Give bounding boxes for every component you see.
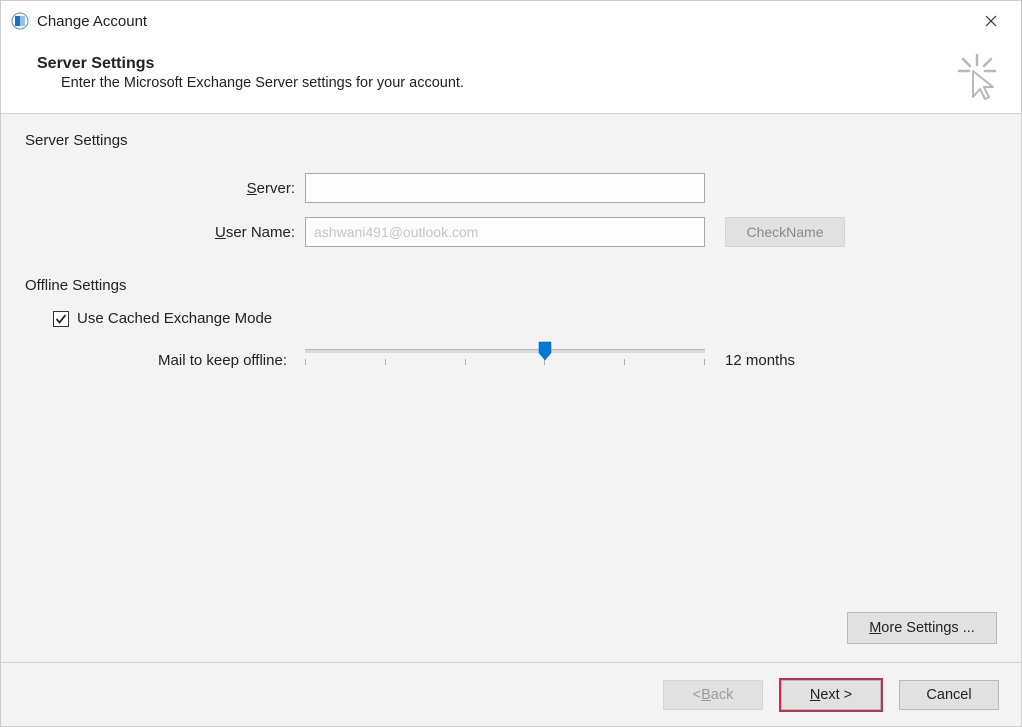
titlebar: Change Account xyxy=(1,1,1021,41)
header-title: Server Settings xyxy=(37,55,993,73)
server-input[interactable] xyxy=(305,173,705,203)
slider-ticks xyxy=(305,359,705,367)
server-settings-group-label: Server Settings xyxy=(25,132,997,149)
app-icon xyxy=(11,12,29,30)
server-label: Server: xyxy=(25,180,305,197)
offline-settings-group-label: Offline Settings xyxy=(25,277,997,294)
window-title: Change Account xyxy=(37,13,969,30)
check-name-button[interactable]: Check Name xyxy=(725,217,845,247)
cursor-click-icon xyxy=(953,53,1001,101)
mail-offline-slider[interactable] xyxy=(305,345,705,375)
checkmark-icon xyxy=(55,313,67,325)
dialog-footer: < Back Next > Cancel xyxy=(1,662,1021,726)
offline-settings-section: Offline Settings Use Cached Exchange Mod… xyxy=(25,277,997,375)
mail-offline-slider-row: Mail to keep offline: 12 months xyxy=(25,345,997,375)
change-account-dialog: Change Account Server Settings Enter the… xyxy=(0,0,1022,727)
cancel-button[interactable]: Cancel xyxy=(899,680,999,710)
username-row: User Name: Check Name xyxy=(25,217,997,247)
next-button[interactable]: Next > xyxy=(781,680,881,710)
mail-offline-label: Mail to keep offline: xyxy=(25,352,305,369)
header-region: Server Settings Enter the Microsoft Exch… xyxy=(1,41,1021,114)
cached-exchange-label: Use Cached Exchange Mode xyxy=(77,310,272,327)
header-subtitle: Enter the Microsoft Exchange Server sett… xyxy=(37,75,993,91)
server-row: Server: xyxy=(25,173,997,203)
username-label: User Name: xyxy=(25,224,305,241)
username-input[interactable] xyxy=(305,217,705,247)
mail-offline-value: 12 months xyxy=(725,352,795,369)
back-button[interactable]: < Back xyxy=(663,680,763,710)
dialog-body: Server Settings Server: User Name: Check… xyxy=(1,114,1021,662)
slider-track xyxy=(305,349,705,353)
slider-thumb[interactable] xyxy=(538,341,552,361)
cached-exchange-checkbox-row[interactable]: Use Cached Exchange Mode xyxy=(53,310,997,327)
close-icon xyxy=(985,15,997,27)
more-settings-button[interactable]: More Settings ... xyxy=(847,612,997,644)
close-button[interactable] xyxy=(969,6,1013,36)
cached-exchange-checkbox[interactable] xyxy=(53,311,69,327)
